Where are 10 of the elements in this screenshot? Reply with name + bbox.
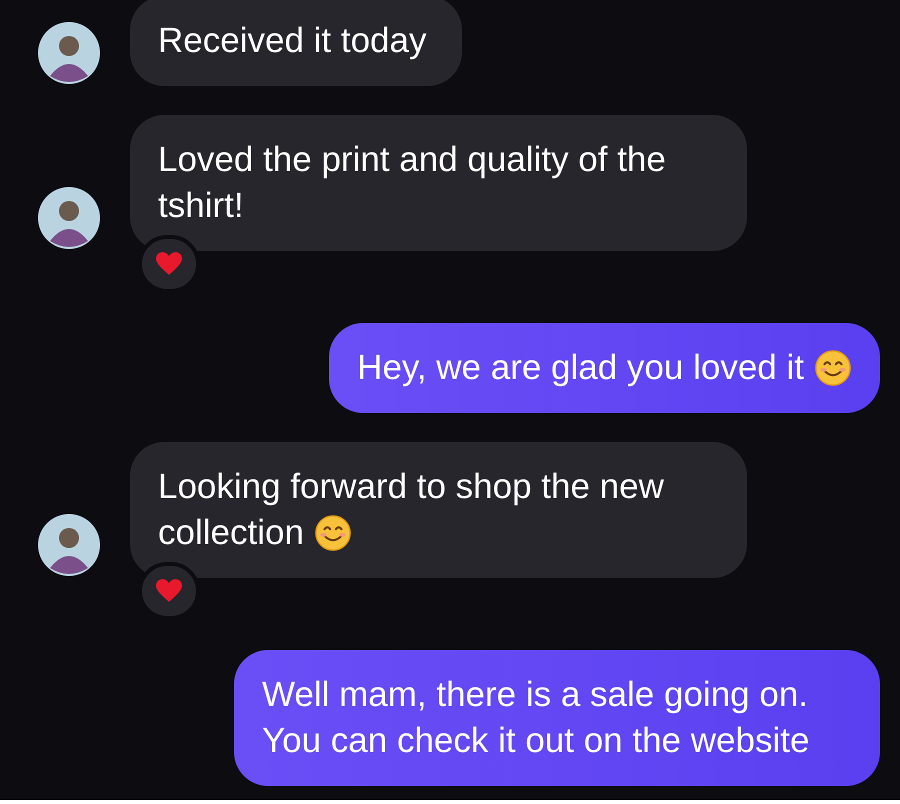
avatar [38,187,100,249]
message-text: Loved the print and quality of the tshirt! [158,140,666,225]
avatar [38,514,100,576]
message-text: Received it today [158,21,426,60]
avatar [38,22,100,84]
message-text: Looking forward to shop the new collection [158,467,664,552]
message-text: Well mam, there is a sale going on. You can check it out on the website [262,675,810,760]
heart-icon [156,579,182,603]
heart-icon [156,252,182,276]
message-text: Hey, we are glad you loved it [357,348,804,387]
